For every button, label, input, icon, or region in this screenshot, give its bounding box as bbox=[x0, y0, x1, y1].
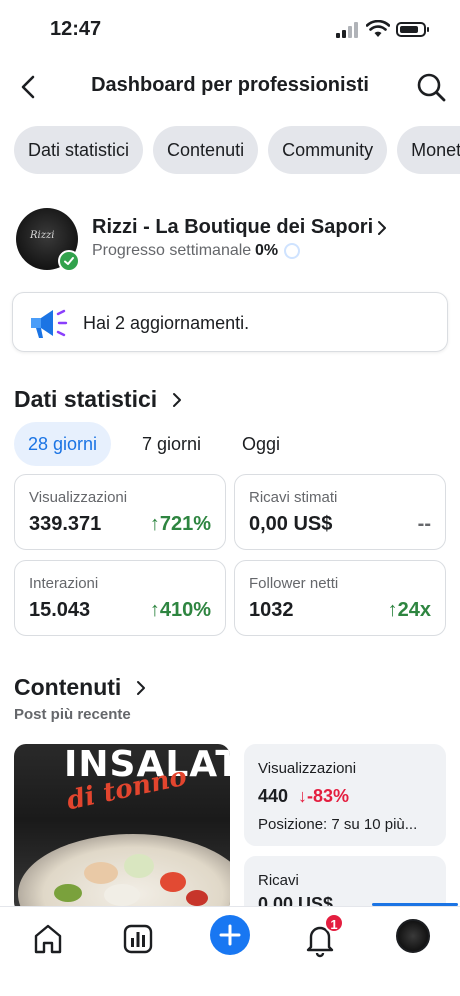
profile-name[interactable]: Rizzi - La Boutique dei Sapori bbox=[92, 216, 373, 239]
content-section-title[interactable]: Contenuti bbox=[14, 674, 121, 701]
insights-chart-icon[interactable] bbox=[118, 919, 158, 959]
stat-delta: ↑24x bbox=[387, 599, 431, 621]
latest-post-label: Post più recente bbox=[14, 706, 131, 723]
chip-contenuti[interactable]: Contenuti bbox=[153, 126, 259, 174]
search-icon[interactable] bbox=[414, 70, 448, 104]
stat-delta: ↑721% bbox=[149, 513, 211, 535]
stat-value: 15.043 bbox=[29, 599, 91, 621]
cellular-signal-icon bbox=[336, 22, 360, 38]
updates-text: Hai 2 aggiornamenti. bbox=[83, 313, 250, 333]
stat-label: Interazioni bbox=[29, 575, 99, 592]
chip-community[interactable]: Community bbox=[268, 126, 388, 174]
stat-card-revenue[interactable]: Ricavi stimati 0,00 US$ -- bbox=[234, 474, 446, 550]
food-piece bbox=[104, 884, 140, 906]
chip-dati-statistici[interactable]: Dati statistici bbox=[14, 126, 144, 174]
section-chips: Dati statisticiContenutiCommunityMonetiz… bbox=[14, 126, 460, 174]
metric-label: Visualizzazioni bbox=[258, 760, 357, 777]
stat-label: Ricavi stimati bbox=[249, 489, 338, 506]
stat-delta: -- bbox=[417, 513, 431, 535]
range-tab-7-days[interactable]: 7 giorni bbox=[128, 422, 215, 466]
create-button[interactable] bbox=[210, 915, 250, 955]
stat-delta: ↑410% bbox=[149, 599, 211, 621]
metric-label: Ricavi bbox=[258, 872, 299, 889]
stat-value: 0,00 US$ bbox=[249, 513, 333, 535]
stat-card-views[interactable]: Visualizzazioni 339.371 ↑721% bbox=[14, 474, 226, 550]
verified-check-icon bbox=[58, 250, 80, 272]
home-icon[interactable] bbox=[28, 919, 68, 959]
chevron-right-icon[interactable] bbox=[377, 220, 387, 236]
notification-badge: 1 bbox=[324, 913, 344, 933]
megaphone-icon bbox=[31, 309, 68, 338]
food-piece bbox=[160, 872, 186, 892]
bottom-tab-bar: 1 bbox=[0, 906, 460, 996]
range-tab-28-days[interactable]: 28 giorni bbox=[14, 422, 112, 466]
post-views-card[interactable]: Visualizzazioni 440 ↓-83% Posizione: 7 s… bbox=[244, 744, 446, 846]
metric-delta: ↓-83% bbox=[298, 786, 350, 806]
chevron-right-icon[interactable] bbox=[136, 680, 146, 696]
status-bar: 12:47 bbox=[0, 0, 460, 60]
stat-card-interactions[interactable]: Interazioni 15.043 ↑410% bbox=[14, 560, 226, 636]
weekly-progress-label: Progresso settimanale bbox=[92, 242, 252, 259]
stat-label: Follower netti bbox=[249, 575, 339, 592]
plus-icon bbox=[219, 924, 241, 946]
battery-icon bbox=[396, 22, 429, 37]
app-header: Dashboard per professionisti bbox=[0, 62, 460, 112]
profile-avatar-tab[interactable] bbox=[396, 919, 430, 953]
status-time: 12:47 bbox=[50, 18, 102, 40]
chevron-right-icon[interactable] bbox=[172, 392, 182, 408]
range-tab-today[interactable]: Oggi bbox=[228, 422, 294, 466]
updates-card[interactable]: Hai 2 aggiornamenti. bbox=[12, 292, 448, 352]
stats-section-title[interactable]: Dati statistici bbox=[14, 386, 157, 413]
food-piece bbox=[54, 884, 82, 902]
food-piece bbox=[186, 890, 208, 906]
metric-value: 440 bbox=[258, 786, 289, 806]
weekly-progress-value: 0% bbox=[255, 242, 279, 259]
food-piece bbox=[84, 862, 118, 884]
progress-ring-icon bbox=[284, 243, 300, 259]
stat-card-net-followers[interactable]: Follower netti 1032 ↑24x bbox=[234, 560, 446, 636]
chip-monetizzazione[interactable]: Monetizzazione bbox=[397, 126, 460, 174]
page-title: Dashboard per professionisti bbox=[91, 74, 369, 96]
stat-value: 1032 bbox=[249, 599, 294, 621]
avatar-logo-text: Rizzi bbox=[30, 230, 55, 241]
profile-row[interactable]: Rizzi Rizzi - La Boutique dei Sapori Pro… bbox=[14, 206, 446, 272]
stat-value: 339.371 bbox=[29, 513, 102, 535]
stat-label: Visualizzazioni bbox=[29, 489, 128, 506]
back-arrow-icon[interactable] bbox=[14, 72, 44, 102]
latest-post-thumbnail[interactable]: INSALATA di tonno bbox=[14, 744, 230, 914]
food-piece bbox=[124, 854, 154, 878]
metric-position: Posizione: 7 su 10 più... bbox=[258, 816, 418, 833]
wifi-icon bbox=[366, 20, 390, 37]
